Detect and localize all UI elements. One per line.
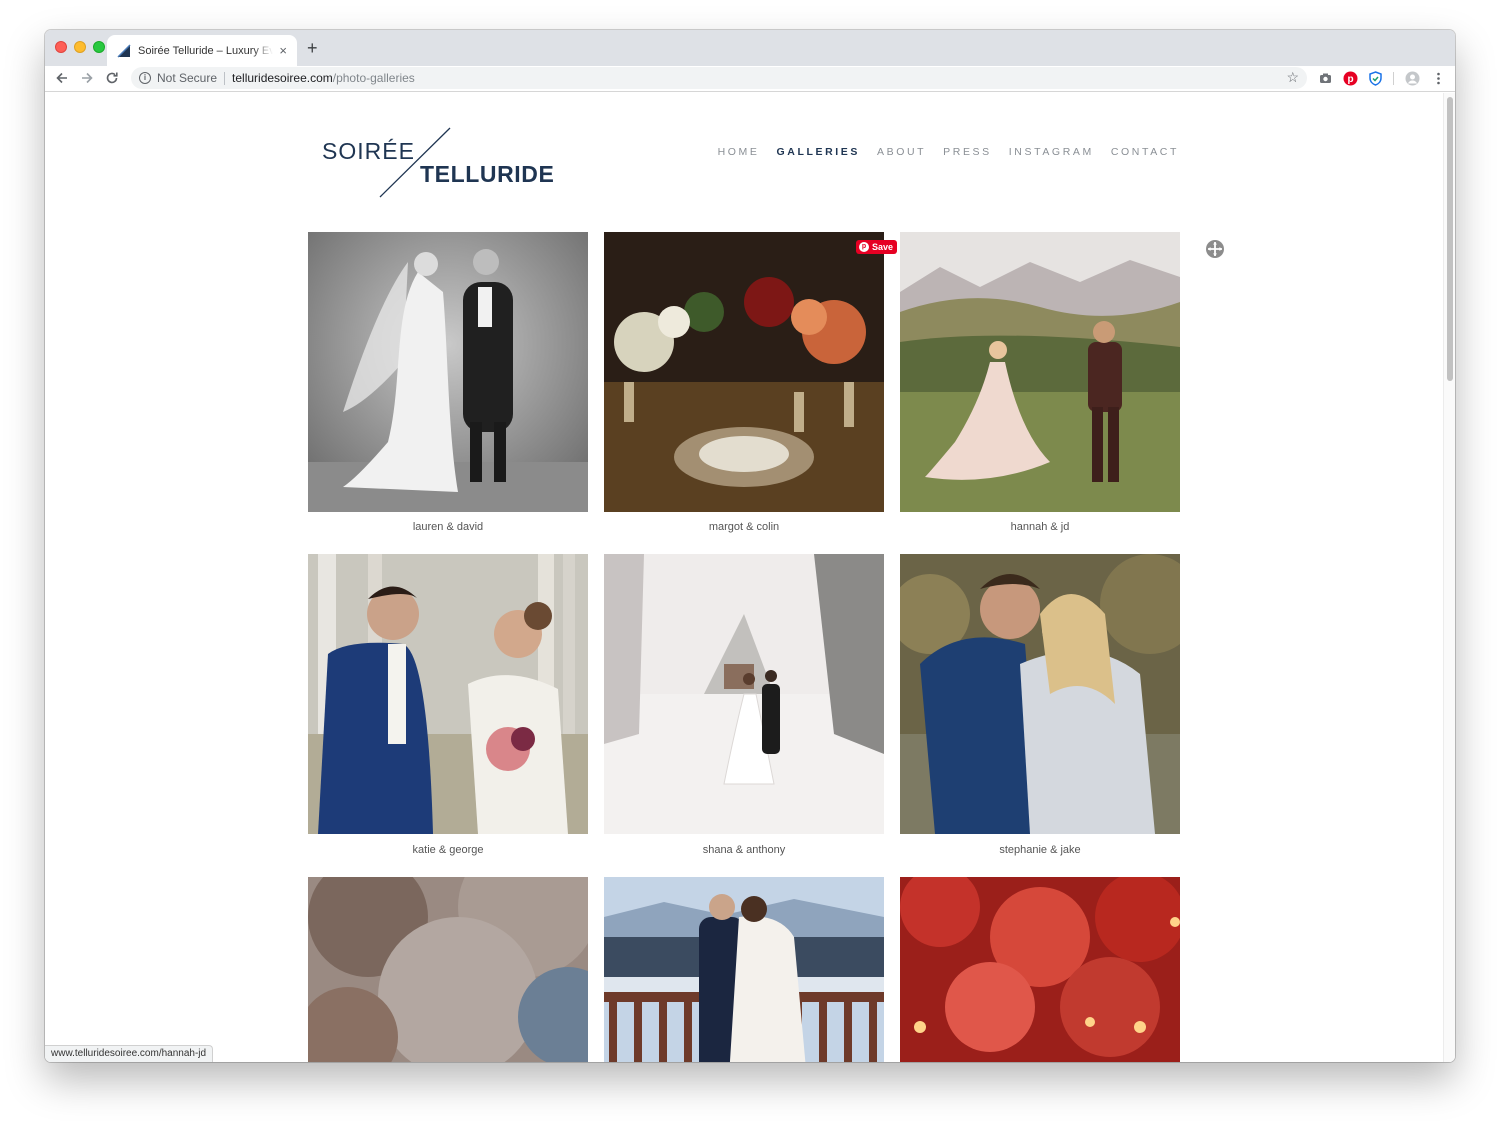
maximize-window-button[interactable] bbox=[93, 41, 105, 53]
divider bbox=[224, 71, 226, 85]
camera-extension-icon[interactable] bbox=[1318, 71, 1333, 86]
aspen-forest-couple-photo bbox=[308, 554, 588, 834]
url-host: telluridesoiree.com bbox=[232, 71, 333, 85]
info-icon[interactable]: i bbox=[139, 72, 151, 84]
main-nav: HOME GALLERIES ABOUT PRESS INSTAGRAM CON… bbox=[701, 146, 1179, 158]
gallery-thumbnail-smoke[interactable] bbox=[308, 877, 588, 1062]
forward-arrow-icon[interactable] bbox=[78, 69, 96, 87]
gallery-thumbnail-red-leaves[interactable] bbox=[900, 877, 1180, 1062]
gallery-thumbnail-margot-colin[interactable] bbox=[604, 232, 884, 512]
gallery-caption[interactable]: hannah & jd bbox=[900, 521, 1180, 533]
logo-telluride-text: TELLURIDE bbox=[420, 161, 555, 187]
scrollbar-thumb[interactable] bbox=[1447, 97, 1453, 381]
menu-dots-icon[interactable] bbox=[1431, 71, 1446, 86]
toolbar-divider bbox=[1393, 72, 1394, 85]
back-arrow-icon[interactable] bbox=[53, 69, 71, 87]
gallery-caption[interactable]: lauren & david bbox=[308, 521, 588, 533]
browser-tab[interactable]: Soirée Telluride – Luxury Event × bbox=[107, 35, 297, 66]
profile-avatar-icon[interactable] bbox=[1405, 71, 1420, 86]
browser-toolbar: i Not Secure telluridesoiree.com /photo-… bbox=[45, 66, 1455, 92]
shield-extension-icon[interactable] bbox=[1368, 71, 1383, 86]
nav-press[interactable]: PRESS bbox=[943, 146, 992, 158]
bookmark-star-icon[interactable]: ☆ bbox=[1286, 69, 1299, 86]
gallery-caption[interactable]: margot & colin bbox=[604, 521, 884, 533]
security-label: Not Secure bbox=[157, 71, 218, 85]
pinterest-save-label: Save bbox=[872, 242, 894, 252]
reload-icon[interactable] bbox=[103, 69, 121, 87]
new-tab-button[interactable]: + bbox=[307, 38, 318, 58]
pinterest-save-button[interactable]: p Save bbox=[856, 240, 898, 254]
move-crosshair-icon[interactable] bbox=[1205, 239, 1225, 259]
pinterest-extension-icon[interactable]: p bbox=[1343, 71, 1358, 86]
colored-smoke-photo bbox=[308, 877, 588, 1062]
nav-galleries[interactable]: GALLERIES bbox=[777, 146, 861, 158]
gallery-thumbnail-deck-couple[interactable] bbox=[604, 877, 884, 1062]
gallery-thumbnail-hannah-jd[interactable] bbox=[900, 232, 1180, 512]
nav-contact[interactable]: CONTACT bbox=[1111, 146, 1179, 158]
site-favicon-icon bbox=[117, 43, 131, 58]
winter-deck-couple-photo bbox=[604, 877, 884, 1062]
tablescape-flowers-photo bbox=[604, 232, 884, 512]
site-logo[interactable]: SOIRÉE TELLURIDE bbox=[321, 127, 556, 199]
gallery-caption[interactable]: stephanie & jake bbox=[900, 844, 1180, 856]
close-window-button[interactable] bbox=[55, 41, 67, 53]
red-foliage-lights-photo bbox=[900, 877, 1180, 1062]
browser-window: Soirée Telluride – Luxury Event × + i No… bbox=[45, 30, 1455, 1062]
gallery-caption[interactable]: shana & anthony bbox=[604, 844, 884, 856]
bride-groom-bw-photo bbox=[308, 232, 588, 512]
page-content: SOIRÉE TELLURIDE HOME GALLERIES ABOUT PR… bbox=[45, 93, 1455, 1062]
url-path: /photo-galleries bbox=[332, 71, 415, 85]
status-bar-url: www.telluridesoiree.com/hannah-jd bbox=[45, 1045, 214, 1062]
gallery-thumbnail-stephanie-jake[interactable] bbox=[900, 554, 1180, 834]
nav-about[interactable]: ABOUT bbox=[877, 146, 926, 158]
gallery-thumbnail-lauren-david[interactable] bbox=[308, 232, 588, 512]
svg-text:p: p bbox=[1347, 74, 1353, 85]
gallery-caption[interactable]: katie & george bbox=[308, 844, 588, 856]
snowy-couple-photo bbox=[604, 554, 884, 834]
nav-instagram[interactable]: INSTAGRAM bbox=[1009, 146, 1094, 158]
tab-title: Soirée Telluride – Luxury Event bbox=[138, 44, 274, 57]
mountain-couple-photo bbox=[900, 232, 1180, 512]
gallery-thumbnail-shana-anthony[interactable] bbox=[604, 554, 884, 834]
tab-strip: Soirée Telluride – Luxury Event × + bbox=[45, 30, 1455, 66]
gallery-thumbnail-katie-george[interactable] bbox=[308, 554, 588, 834]
pinterest-icon: p bbox=[859, 242, 869, 252]
minimize-window-button[interactable] bbox=[74, 41, 86, 53]
embracing-couple-photo bbox=[900, 554, 1180, 834]
page-scrollbar[interactable] bbox=[1443, 93, 1455, 1062]
address-bar[interactable]: i Not Secure telluridesoiree.com /photo-… bbox=[131, 67, 1307, 89]
tab-close-icon[interactable]: × bbox=[279, 44, 287, 57]
nav-home[interactable]: HOME bbox=[718, 146, 760, 158]
